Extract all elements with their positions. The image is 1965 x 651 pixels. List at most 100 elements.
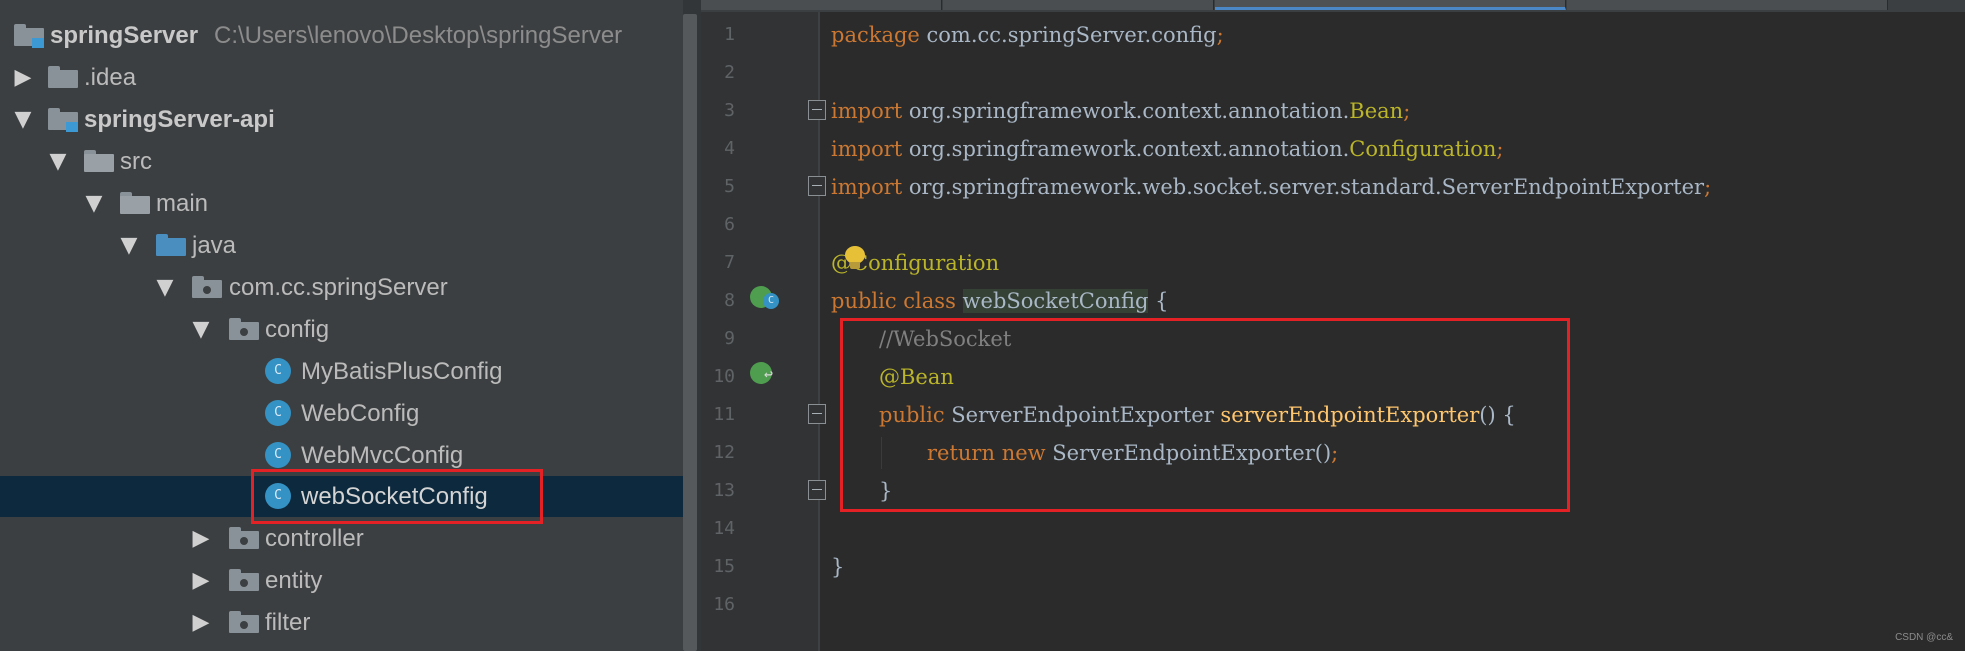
keyword: import (831, 175, 903, 199)
import-path: org.springframework.web.socket.server.st… (902, 175, 1705, 199)
tree-label: filter (265, 609, 311, 636)
expand-arrow-icon[interactable]: ▶ (189, 518, 213, 559)
line-number: 4 (724, 138, 735, 159)
tree-label: java (192, 232, 237, 259)
tree-row-main[interactable]: ▼ main (0, 183, 683, 224)
editor-tab[interactable] (701, 0, 942, 10)
java-class-icon: C (265, 358, 291, 384)
highlight-box-code (840, 318, 1570, 512)
source-folder-icon (156, 234, 186, 256)
class-name: webSocketConfig (962, 289, 1149, 313)
tree-row-entity[interactable]: ▶ entity (0, 560, 683, 601)
tree-label: WebConfig (301, 400, 420, 427)
code-line-3[interactable]: import org.springframework.context.annot… (831, 92, 1410, 130)
watermark: CSDN @cc& (1895, 632, 1953, 643)
tree-row-src[interactable]: ▼ src (0, 141, 683, 182)
keyword: class (903, 289, 956, 313)
collapse-arrow-icon[interactable]: ▼ (117, 225, 141, 266)
fold-marker-icon[interactable] (808, 480, 826, 500)
package-name: com.cc.springServer.config (919, 23, 1217, 47)
tree-label: .idea (84, 64, 137, 91)
tree-label: controller (265, 525, 364, 552)
editor-tab[interactable] (943, 0, 1214, 10)
folder-icon (84, 150, 114, 172)
fold-marker-icon[interactable] (808, 176, 826, 196)
line-number: 11 (713, 404, 735, 425)
collapse-arrow-icon[interactable]: ▼ (82, 183, 106, 224)
highlight-box-tree (251, 469, 543, 524)
tree-row-webconfig[interactable]: C WebConfig (0, 393, 683, 434)
java-class-icon: C (265, 400, 291, 426)
line-number: 6 (724, 214, 735, 235)
expand-arrow-icon[interactable]: ▶ (11, 57, 35, 98)
class-badge-icon: C (763, 293, 779, 309)
tree-label: springServer-api (84, 106, 275, 133)
editor-tab-strip (701, 0, 1965, 12)
line-number: 1 (724, 24, 735, 45)
import-path: org.springframework.context.annotation. (902, 99, 1350, 123)
code-line-4[interactable]: import org.springframework.context.annot… (831, 130, 1503, 168)
package-icon (229, 611, 259, 633)
collapse-arrow-icon[interactable]: ▼ (189, 309, 213, 350)
fold-marker-icon[interactable] (808, 100, 826, 120)
semicolon: ; (1216, 23, 1224, 47)
line-number: 15 (713, 556, 735, 577)
line-number: 12 (713, 442, 735, 463)
line-number: 8 (724, 290, 735, 311)
semicolon: ; (1496, 137, 1504, 161)
import-path: org.springframework.context.annotation. (902, 137, 1350, 161)
fold-marker-icon[interactable] (808, 404, 826, 424)
code-line-15[interactable]: } (831, 548, 844, 586)
tree-row-root[interactable]: springServer C:\Users\lenovo\Desktop\spr… (0, 15, 683, 56)
tree-row-idea[interactable]: ▶ .idea (0, 57, 683, 98)
tree-label: entity (265, 567, 323, 594)
semicolon: ; (1403, 99, 1411, 123)
code-line-1[interactable]: package com.cc.springServer.config; (831, 16, 1224, 54)
collapse-arrow-icon[interactable]: ▼ (153, 267, 177, 308)
editor-tab[interactable] (1567, 0, 1888, 10)
tree-row-package[interactable]: ▼ com.cc.springServer (0, 267, 683, 308)
tree-row-mybatisplusconfig[interactable]: C MyBatisPlusConfig (0, 351, 683, 392)
package-icon (229, 527, 259, 549)
tree-label-root: springServer (50, 22, 199, 49)
collapse-arrow-icon[interactable]: ▼ (11, 99, 35, 140)
project-scrollbar-thumb[interactable] (683, 14, 697, 651)
java-class-icon: C (265, 442, 291, 468)
keyword: package (831, 23, 920, 47)
module-folder-icon (14, 24, 44, 48)
lightbulb-icon[interactable] (845, 246, 865, 270)
tree-row-filter[interactable]: ▶ filter (0, 602, 683, 643)
tree-row-controller[interactable]: ▶ controller (0, 518, 683, 559)
tree-row-springserver-api[interactable]: ▼ springServer-api (0, 99, 683, 140)
line-number: 5 (724, 176, 735, 197)
editor-tab-active[interactable] (1215, 0, 1566, 10)
line-number: 16 (713, 594, 735, 615)
code-line-8[interactable]: public class webSocketConfig { (831, 282, 1169, 320)
package-icon (192, 276, 222, 298)
line-number: 14 (713, 518, 735, 539)
keyword: import (831, 99, 903, 123)
project-tool-window: springServer C:\Users\lenovo\Desktop\spr… (0, 0, 683, 651)
line-number: 2 (724, 62, 735, 83)
line-number: 7 (724, 252, 735, 273)
folder-icon (120, 192, 150, 214)
keyword: import (831, 137, 903, 161)
brace: { (1148, 289, 1169, 313)
navigate-arrow-icon: ↩ (764, 365, 774, 383)
expand-arrow-icon[interactable]: ▶ (189, 602, 213, 643)
import-class: Configuration (1349, 137, 1497, 161)
tree-row-java[interactable]: ▼ java (0, 225, 683, 266)
package-icon (229, 569, 259, 591)
tree-row-config[interactable]: ▼ config (0, 309, 683, 350)
keyword: public (831, 289, 897, 313)
tree-label: main (156, 190, 209, 217)
brace: } (831, 555, 845, 579)
line-number: 9 (724, 328, 735, 349)
annotation: Configuration (852, 251, 1000, 275)
module-folder-icon (48, 108, 78, 132)
expand-arrow-icon[interactable]: ▶ (189, 560, 213, 601)
collapse-arrow-icon[interactable]: ▼ (46, 141, 70, 182)
line-number: 13 (713, 480, 735, 501)
code-line-5[interactable]: import org.springframework.web.socket.se… (831, 168, 1711, 206)
semicolon: ; (1704, 175, 1712, 199)
